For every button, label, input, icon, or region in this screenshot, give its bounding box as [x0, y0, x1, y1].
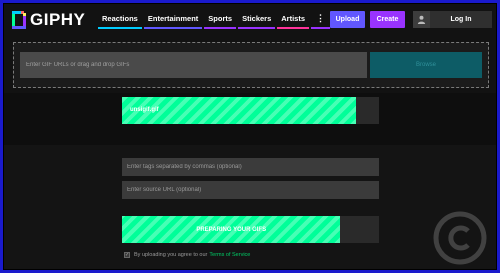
nav-more-icon[interactable]: ⋮ [311, 11, 331, 29]
source-url-input[interactable] [122, 181, 379, 199]
nav-item-stickers[interactable]: Stickers [238, 11, 276, 29]
preparing-progress-track: PREPARING YOUR GIFS [122, 216, 379, 243]
file-progress-track: unsigif.gif [122, 97, 379, 124]
upload-button[interactable]: Upload [330, 11, 365, 28]
terms-of-service-link[interactable]: Terms of Service [209, 252, 250, 258]
giphy-logo-icon [12, 11, 26, 29]
terms-agreement: ✓ By uploading you agree to our Terms of… [124, 252, 250, 258]
terms-checkbox[interactable]: ✓ [124, 252, 130, 258]
login-button[interactable]: Log In [413, 11, 492, 28]
user-icon [413, 11, 430, 28]
gif-url-input[interactable] [20, 52, 367, 78]
nav-item-artists[interactable]: Artists [277, 11, 310, 29]
create-button[interactable]: Create [370, 11, 405, 28]
preparing-progress-bar: PREPARING YOUR GIFS [122, 216, 341, 243]
nav-item-reactions[interactable]: Reactions [98, 11, 142, 29]
giphy-logo[interactable]: GIPHY [12, 10, 85, 30]
top-header: GIPHY Reactions Entertainment Sports Sti… [4, 4, 496, 34]
brand-name: GIPHY [30, 10, 86, 29]
drop-zone[interactable]: Browse [13, 42, 489, 88]
tags-input[interactable] [122, 158, 379, 176]
nav-item-entertainment[interactable]: Entertainment [143, 11, 203, 29]
preparing-label: PREPARING YOUR GIFS [196, 226, 267, 233]
terms-text: By uploading you agree to our [134, 252, 208, 258]
main-nav: Reactions Entertainment Sports Stickers … [98, 11, 332, 29]
copyright-icon [433, 211, 487, 265]
browse-button[interactable]: Browse [370, 52, 482, 78]
nav-item-sports[interactable]: Sports [204, 11, 237, 29]
app-window: GIPHY Reactions Entertainment Sports Sti… [3, 3, 497, 270]
file-progress-bar: unsigif.gif [122, 97, 356, 124]
login-label: Log In [450, 16, 472, 23]
